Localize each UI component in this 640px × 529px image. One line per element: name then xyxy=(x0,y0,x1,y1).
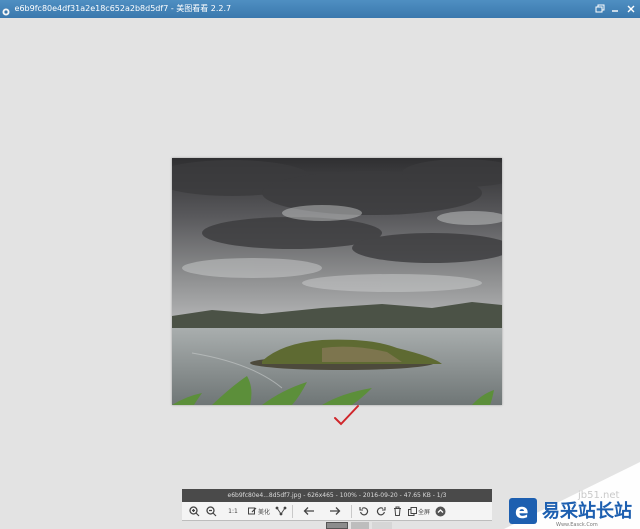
rotate-right-button[interactable] xyxy=(372,504,389,519)
watermark-url-text: Www.Easck.Com xyxy=(556,522,598,528)
app-icon xyxy=(2,5,10,16)
image-info-bar: e6b9fc80e4...8d5df7.jpg - 626x465 - 100%… xyxy=(182,489,492,502)
window-title: e6b9fc80e4df31a2e18c652a2b8d5df7 - 美图看看 … xyxy=(14,4,232,13)
thumbnail[interactable] xyxy=(326,522,348,529)
arrow-right-icon xyxy=(330,507,341,515)
watermark-logo-letter: e xyxy=(515,499,529,523)
checkmark-stroke xyxy=(334,405,359,426)
zoom-out-button[interactable] xyxy=(203,504,220,519)
slideshow-button[interactable]: 全屏 xyxy=(406,504,432,519)
edit-icon xyxy=(247,507,257,514)
thumbnail-strip xyxy=(318,521,398,529)
share-icon xyxy=(275,506,286,516)
checkmark-icon xyxy=(334,405,359,426)
watermark-brand-text: 易采站长站 xyxy=(542,500,632,522)
toolbar-divider xyxy=(351,504,352,518)
share-button[interactable] xyxy=(272,504,289,519)
close-icon[interactable] xyxy=(626,3,636,13)
photo-viewport[interactable] xyxy=(172,158,502,405)
minimize-icon[interactable] xyxy=(610,3,620,13)
actual-size-button[interactable]: 1:1 xyxy=(220,504,246,519)
slideshow-label: 全屏 xyxy=(417,508,430,516)
rotate-right-icon xyxy=(376,507,386,516)
chevron-up-icon xyxy=(435,506,446,516)
title-bar[interactable]: e6b9fc80e4df31a2e18c652a2b8d5df7 - 美图看看 … xyxy=(0,0,640,18)
thumbnail[interactable] xyxy=(372,522,392,529)
rotate-left-button[interactable] xyxy=(355,504,372,519)
viewer-toolbar: 1:1 美化 全屏 xyxy=(182,502,492,521)
rotate-left-icon xyxy=(358,507,368,516)
watermark-logo: jb51.net e 易采站长站 Www.Easck.Com xyxy=(504,462,640,529)
toolbar-divider xyxy=(292,504,293,518)
window-controls xyxy=(592,3,636,15)
zoom-in-icon xyxy=(189,505,200,516)
restore-icon[interactable] xyxy=(595,3,605,13)
more-button[interactable] xyxy=(432,504,449,519)
previous-image-button[interactable] xyxy=(296,504,322,519)
arrow-left-icon xyxy=(303,507,314,515)
delete-button[interactable] xyxy=(389,504,406,519)
next-image-button[interactable] xyxy=(322,504,348,519)
zoom-out-icon xyxy=(206,505,217,516)
beautify-label: 美化 xyxy=(257,508,270,516)
watermark-faded-text: jb51.net xyxy=(577,490,620,501)
landscape-photo xyxy=(172,158,502,405)
zoom-in-button[interactable] xyxy=(186,504,203,519)
trash-icon xyxy=(394,506,401,516)
beautify-button[interactable]: 美化 xyxy=(246,504,272,519)
copy-icon xyxy=(407,506,417,516)
thumbnail[interactable] xyxy=(351,522,369,529)
